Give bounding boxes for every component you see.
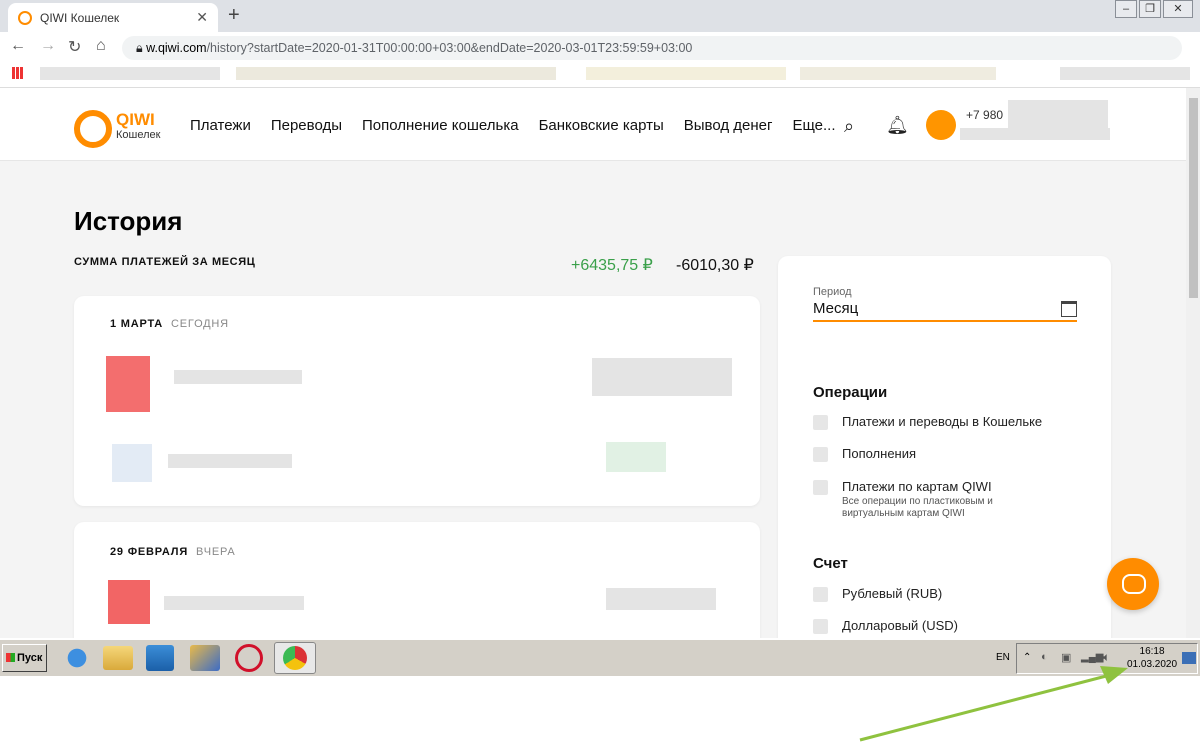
annotation-arrow [859,666,1128,742]
arrow-shaft [859,672,1115,742]
arrow-head [1100,666,1128,684]
